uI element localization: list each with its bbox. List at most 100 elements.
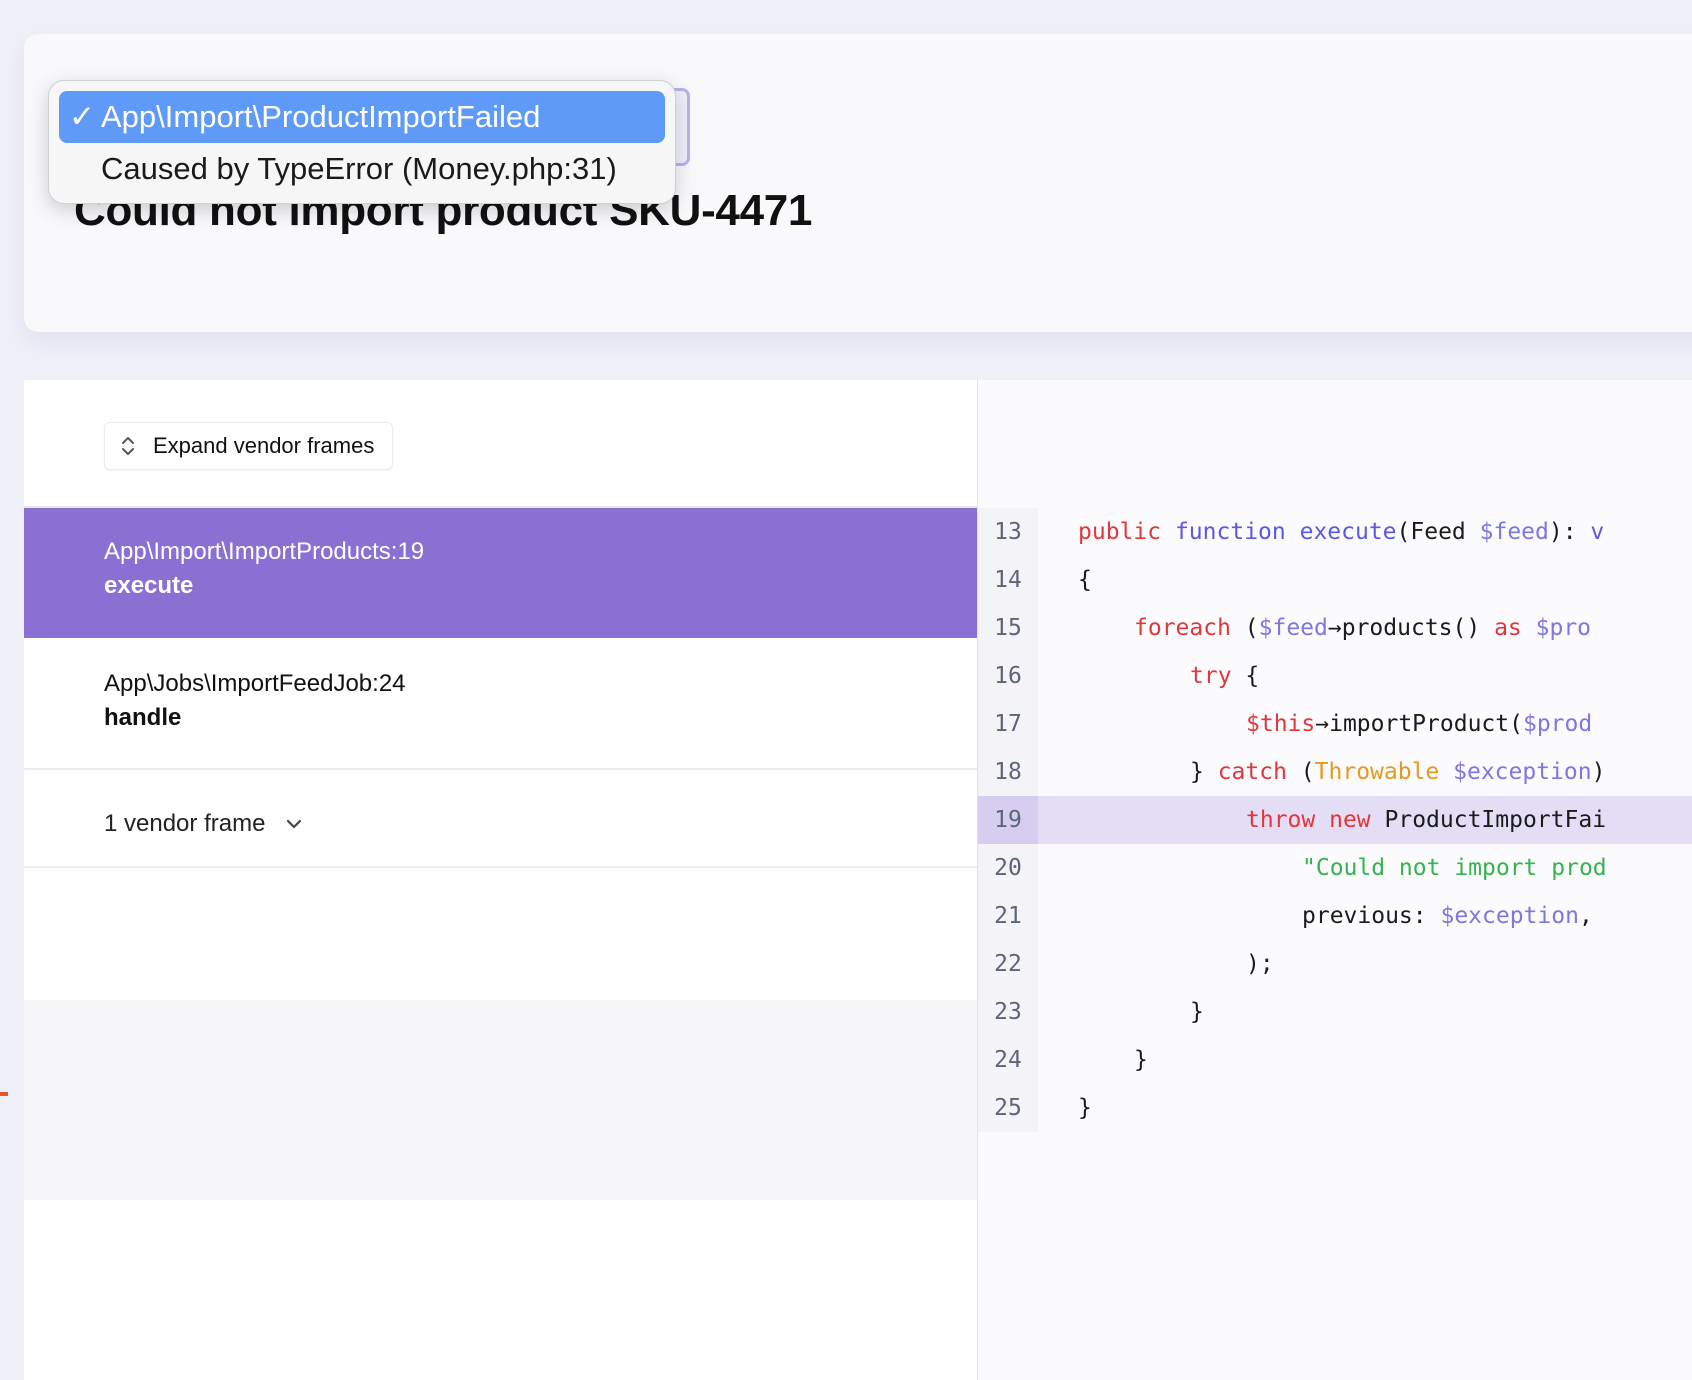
- chevron-up-down-icon: [122, 437, 134, 455]
- frames-toolbar: Expand vendor frames: [24, 380, 977, 508]
- code-token: catch: [1217, 759, 1287, 785]
- code-line: 13 public function execute(Feed $feed): v: [978, 508, 1692, 556]
- frame-class: App\Jobs\ImportFeedJob: [104, 670, 373, 697]
- frame-line: 19: [397, 538, 425, 565]
- code-token: →importProduct(: [1315, 711, 1523, 737]
- vendor-frames-toggle[interactable]: 1 vendor frame: [104, 810, 303, 838]
- frames-pane: Expand vendor frames App\Import\ImportPr…: [24, 380, 978, 1380]
- code-line: 23}: [978, 988, 1692, 1036]
- code-text: {: [1078, 556, 1092, 604]
- code-token: function: [1174, 519, 1286, 545]
- code-text: }: [1190, 988, 1204, 1036]
- line-number: 23: [978, 988, 1038, 1036]
- code-token: (: [1286, 759, 1315, 785]
- chevron-down-icon: [287, 819, 302, 829]
- code-token: $exception: [1440, 903, 1579, 929]
- code-token: ,: [1578, 903, 1593, 929]
- dropdown-option[interactable]: Caused by TypeError (Money.php:31): [59, 143, 665, 195]
- frame-method: handle: [104, 704, 182, 731]
- code-token: as: [1494, 615, 1522, 641]
- line-number: 17: [978, 700, 1038, 748]
- dropdown-option-label: App\Import\ProductImportFailed: [101, 99, 541, 134]
- checkmark-icon: ✓: [69, 99, 95, 134]
- side-accent-mark: [0, 1092, 8, 1096]
- code-text: );: [1246, 940, 1274, 988]
- line-number: 18: [978, 748, 1038, 796]
- code-token: ProductImportFai: [1370, 807, 1607, 833]
- code-viewer: 13 public function execute(Feed $feed): v…: [978, 380, 1692, 1380]
- code-snippet: 13 public function execute(Feed $feed): v…: [978, 508, 1692, 1132]
- code-token: {: [1078, 567, 1092, 593]
- code-token: $feed: [1479, 519, 1549, 545]
- line-number: 13: [978, 508, 1038, 556]
- code-token: );: [1246, 951, 1274, 977]
- code-token: (: [1230, 615, 1259, 641]
- code-line: 17 $this→importProduct($prod: [978, 700, 1692, 748]
- code-token: try: [1190, 663, 1232, 689]
- code-text: foreach ($feed→products() as $pro: [1134, 604, 1591, 652]
- code-text: } catch (Throwable $exception): [1190, 748, 1605, 796]
- code-text: }: [1134, 1036, 1148, 1084]
- code-text: "Could not import prod: [1302, 844, 1607, 892]
- line-number: 15: [978, 604, 1038, 652]
- stack-frame[interactable]: App\Jobs\ImportFeedJob:24 handle: [24, 638, 977, 770]
- code-token: }: [1078, 1095, 1092, 1121]
- code-token: $exception: [1453, 759, 1592, 785]
- stack-trace-card: Expand vendor frames App\Import\ImportPr…: [24, 380, 1692, 1380]
- code-text: previous: $exception,: [1302, 892, 1593, 940]
- stack-frame-active[interactable]: App\Import\ImportProducts:19 execute: [24, 508, 977, 638]
- code-token: previous:: [1302, 903, 1441, 929]
- expand-vendor-frames-label: Expand vendor frames: [153, 433, 375, 458]
- frame-line: 24: [378, 670, 406, 697]
- line-number: 24: [978, 1036, 1038, 1084]
- code-line: 21 previous: $exception,: [978, 892, 1692, 940]
- code-token: new: [1329, 807, 1371, 833]
- code-token: →products(): [1327, 615, 1495, 641]
- vendor-frames-label: 1 vendor frame: [104, 810, 266, 837]
- code-text: $this→importProduct($prod: [1246, 700, 1592, 748]
- code-token: }: [1190, 999, 1204, 1025]
- code-line: 24}: [978, 1036, 1692, 1084]
- code-line: 18 } catch (Throwable $exception): [978, 748, 1692, 796]
- code-token: (Feed: [1396, 519, 1480, 545]
- dropdown-option-selected[interactable]: ✓ App\Import\ProductImportFailed: [59, 91, 665, 143]
- code-token: "Could not import prod: [1302, 855, 1607, 881]
- code-line: 15 foreach ($feed→products() as $pro: [978, 604, 1692, 652]
- code-token: $this: [1246, 711, 1316, 737]
- code-token: }: [1134, 1047, 1148, 1073]
- frames-pane-footer: [24, 1000, 977, 1200]
- line-number: 22: [978, 940, 1038, 988]
- expand-vendor-frames-button[interactable]: Expand vendor frames: [104, 422, 394, 470]
- code-token: foreach: [1134, 615, 1231, 641]
- exception-dropdown-menu: ✓ App\Import\ProductImportFailed Caused b…: [48, 80, 676, 204]
- code-line: 20 "Could not import prod: [978, 844, 1692, 892]
- code-text: try {: [1190, 652, 1259, 700]
- code-token: $prod: [1522, 711, 1593, 737]
- code-token: public: [1078, 519, 1162, 545]
- code-text: }: [1078, 1084, 1092, 1132]
- code-text: public function execute(Feed $feed): v: [1078, 508, 1604, 556]
- code-line: 16 try {: [978, 652, 1692, 700]
- code-token: $pro: [1535, 615, 1592, 641]
- code-text: throw new ProductImportFai: [1246, 796, 1606, 844]
- line-number: 25: [978, 1084, 1038, 1132]
- line-number: 19: [978, 796, 1038, 844]
- line-number: 14: [978, 556, 1038, 604]
- code-token: Throwable: [1314, 759, 1440, 785]
- code-line: 19 throw new ProductImportFai: [978, 796, 1692, 844]
- line-number: 21: [978, 892, 1038, 940]
- code-token: $feed: [1258, 615, 1328, 641]
- line-number: 16: [978, 652, 1038, 700]
- code-token: {: [1231, 663, 1260, 689]
- line-number: 20: [978, 844, 1038, 892]
- code-line: 25}: [978, 1084, 1692, 1132]
- code-token: execute: [1299, 519, 1397, 545]
- code-token: }: [1190, 759, 1218, 785]
- code-line: 14 {: [978, 556, 1692, 604]
- code-line: 22);: [978, 940, 1692, 988]
